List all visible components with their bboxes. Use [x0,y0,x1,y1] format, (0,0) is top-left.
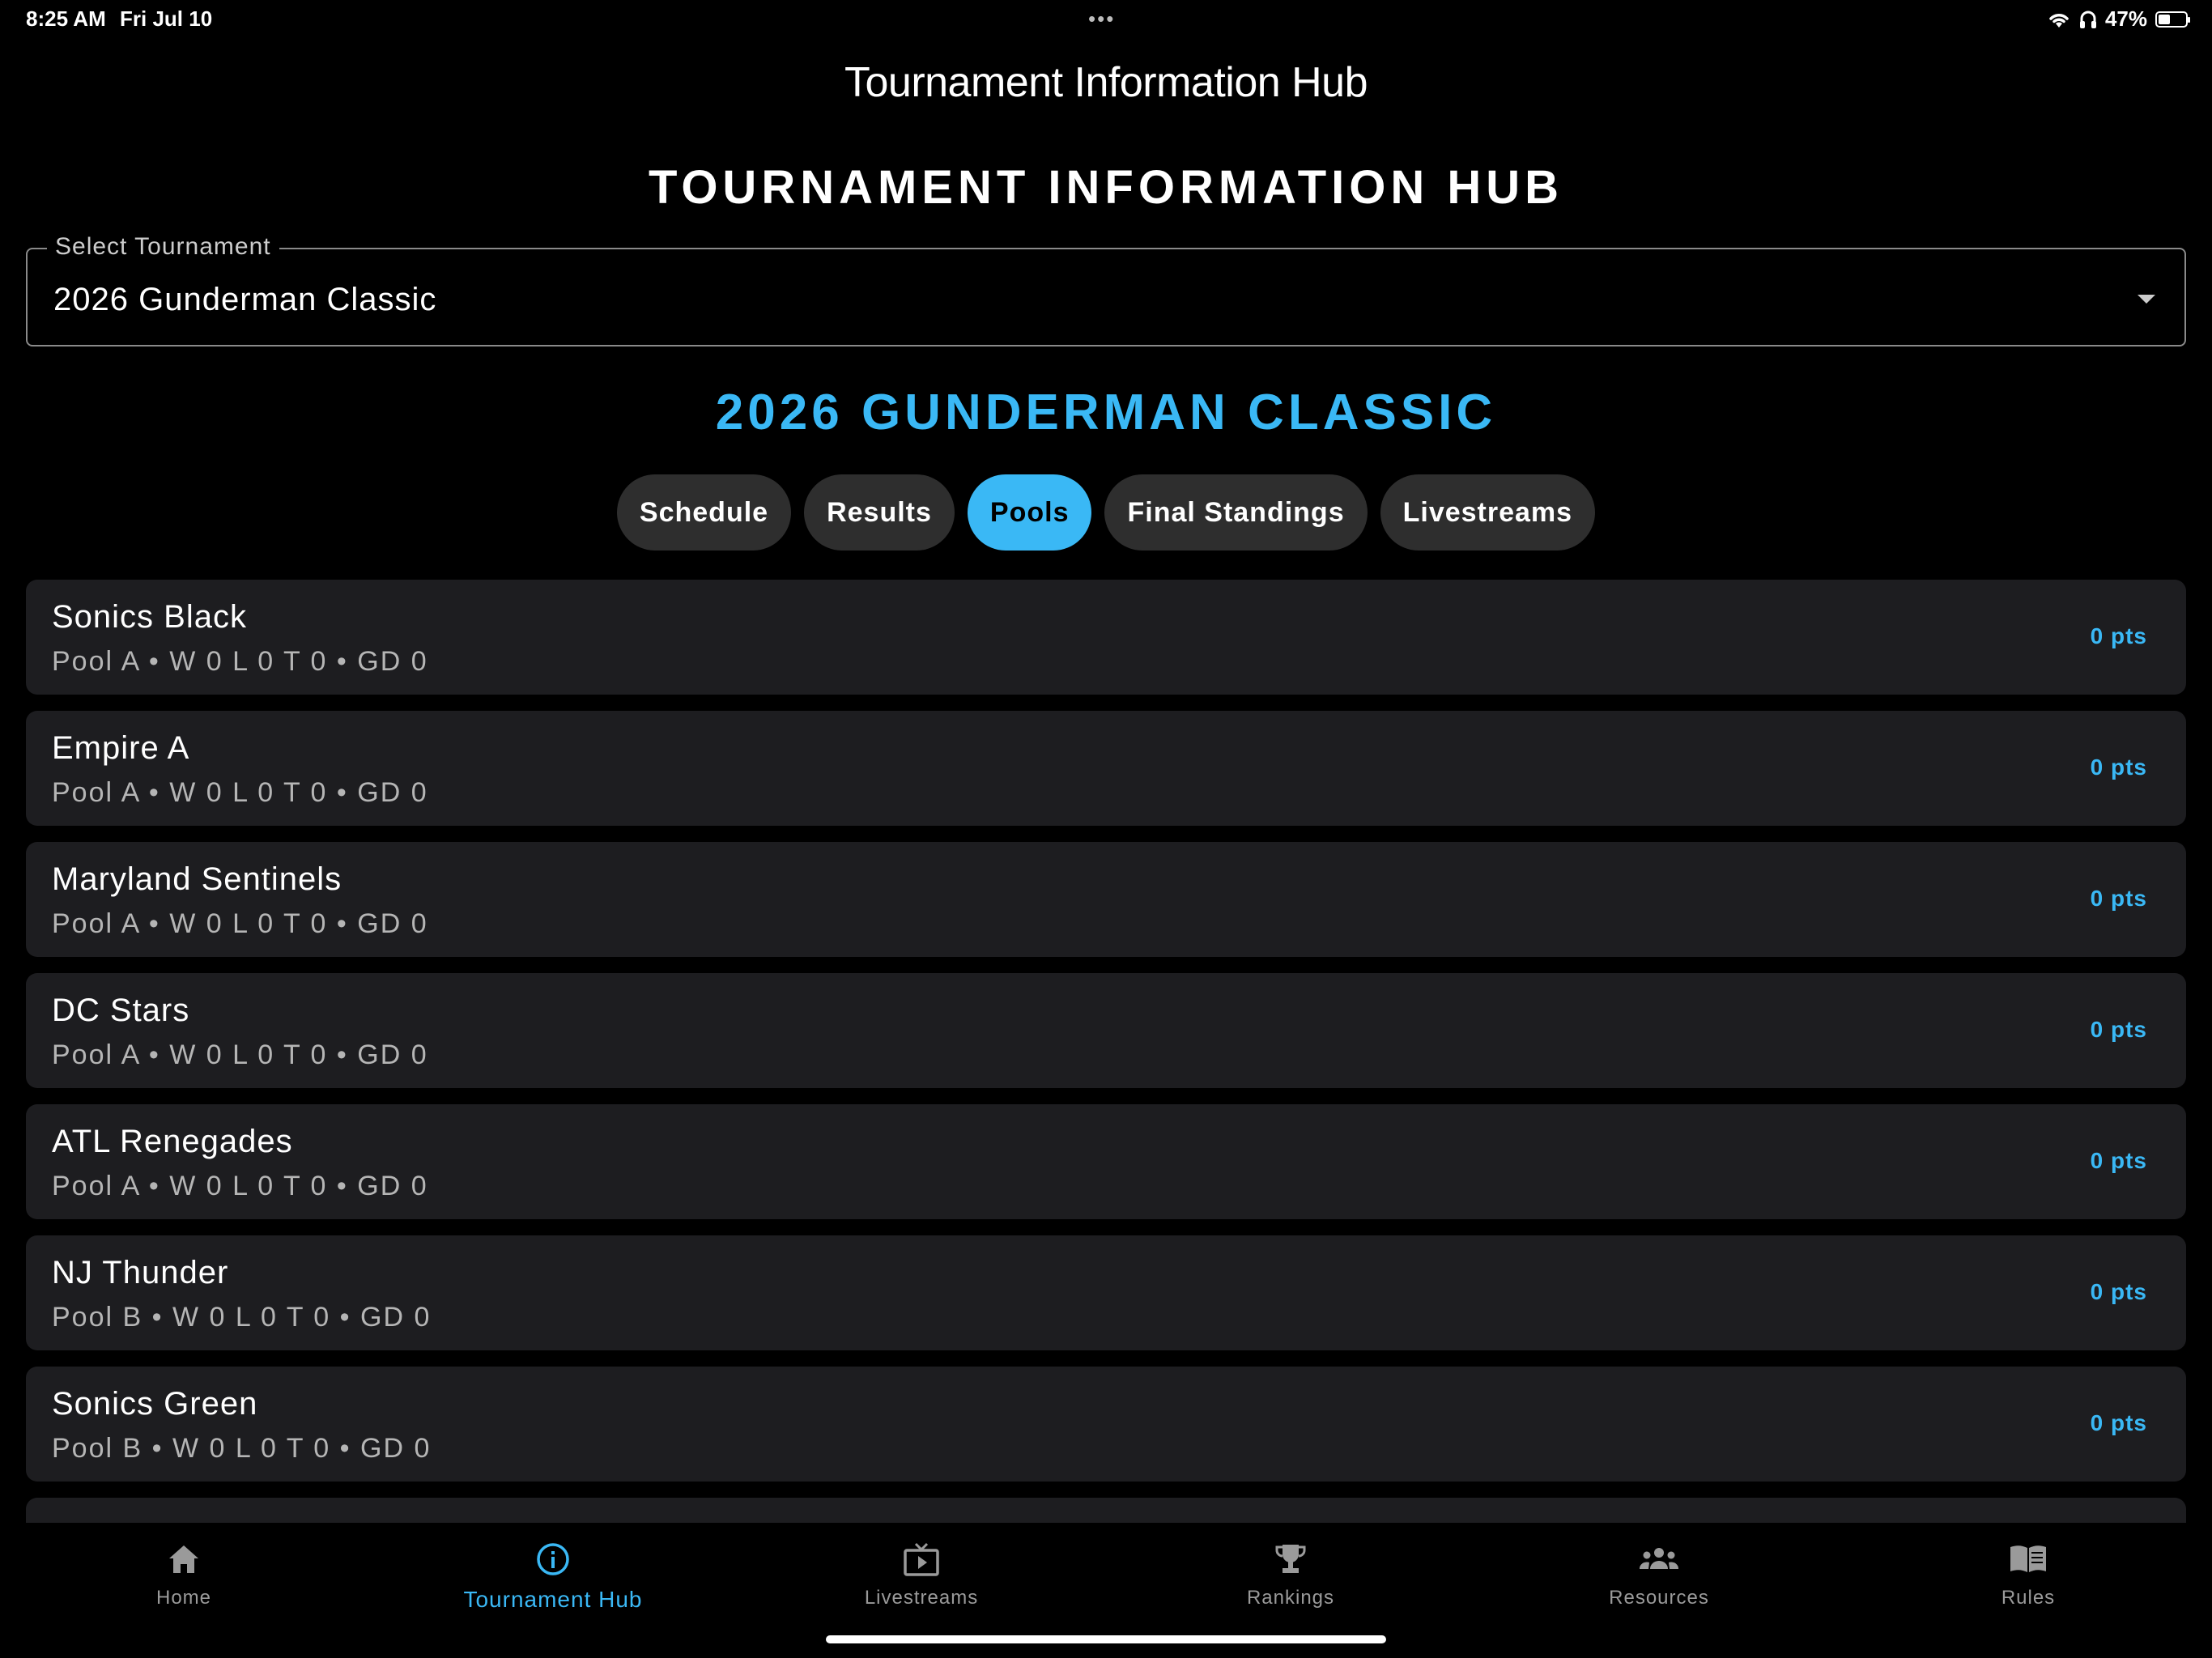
team-name: Empire A [52,730,190,766]
tab-schedule[interactable]: Schedule [616,474,792,551]
team-points: 0 pts [2090,623,2147,648]
team-name: DC Stars [52,993,190,1028]
team-row[interactable]: Maryland Sentinels Pool A • W 0 L 0 T 0 … [26,842,2186,957]
status-time: 8:25 AM [26,6,106,31]
team-row[interactable]: Sonics Black Pool A • W 0 L 0 T 0 • GD 0… [26,580,2186,695]
home-icon [169,1545,198,1573]
tabbar-resources[interactable]: Resources [1538,1537,1780,1609]
pool-standings-list[interactable]: Sonics Black Pool A • W 0 L 0 T 0 • GD 0… [26,580,2186,1523]
team-name: Sonics Black [52,599,247,635]
team-points: 0 pts [2090,1279,2147,1304]
info-icon [537,1543,569,1575]
team-row-partial[interactable] [26,1498,2186,1523]
tabbar-label: Livestreams [864,1587,979,1609]
book-icon [2010,1545,2046,1572]
tab-final-standings[interactable]: Final Standings [1104,474,1368,551]
event-title: 2026 GUNDERMAN CLASSIC [715,385,1497,440]
battery-icon [2155,11,2190,28]
dropdown-caret-icon[interactable] [2138,295,2155,304]
status-indicators: 47% [2047,6,2190,32]
team-record: Pool A • W 0 L 0 T 0 • GD 0 [52,646,428,677]
tabbar-home[interactable]: Home [62,1537,305,1609]
team-record: Pool A • W 0 L 0 T 0 • GD 0 [52,777,428,808]
home-indicator[interactable] [826,1635,1386,1643]
tabbar-label: Tournament Hub [463,1587,643,1612]
team-row[interactable]: ATL Renegades Pool A • W 0 L 0 T 0 • GD … [26,1104,2186,1219]
team-record: Pool A • W 0 L 0 T 0 • GD 0 [52,908,428,939]
team-record: Pool A • W 0 L 0 T 0 • GD 0 [52,1039,428,1070]
team-points: 0 pts [2090,1017,2147,1042]
team-name: Sonics Green [52,1386,258,1422]
tabbar-label: Resources [1609,1587,1709,1609]
team-record: Pool B • W 0 L 0 T 0 • GD 0 [52,1433,432,1464]
tabbar-rules[interactable]: Rules [1907,1537,2150,1609]
team-points: 0 pts [2090,886,2147,911]
multitasking-dots[interactable]: ••• [1088,6,1115,32]
tournament-select-value[interactable]: 2026 Gunderman Classic [53,282,436,318]
team-row[interactable]: Empire A Pool A • W 0 L 0 T 0 • GD 0 0 p… [26,711,2186,826]
team-record: Pool A • W 0 L 0 T 0 • GD 0 [52,1171,428,1201]
tabbar-tournament-hub[interactable]: Tournament Hub [432,1537,674,1613]
page-heading: TOURNAMENT INFORMATION HUB [648,161,1564,214]
wifi-icon [2049,13,2069,28]
status-bar: 8:25 AM Fri Jul 10 ••• 47% [0,0,2212,39]
team-row[interactable]: NJ Thunder Pool B • W 0 L 0 T 0 • GD 0 0… [26,1235,2186,1350]
tab-livestreams[interactable]: Livestreams [1380,474,1596,551]
team-name: ATL Renegades [52,1124,293,1159]
section-tabs: Schedule Results Pools Final Standings L… [0,474,2212,551]
tabbar-livestreams[interactable]: Livestreams [800,1537,1043,1609]
tournament-select-label: Select Tournament [47,233,279,261]
tournament-select[interactable]: Select Tournament 2026 Gunderman Classic [26,233,2186,346]
headphones-icon [2079,11,2096,28]
battery-percent: 47% [2104,6,2147,31]
team-row[interactable]: Sonics Green Pool B • W 0 L 0 T 0 • GD 0… [26,1367,2186,1482]
nav-title: Tournament Information Hub [844,59,1368,106]
trophy-icon [1275,1545,1306,1573]
tab-pools[interactable]: Pools [967,474,1092,551]
tabbar-label: Home [155,1587,212,1609]
team-points: 0 pts [2090,1410,2147,1435]
team-name: NJ Thunder [52,1255,229,1290]
status-date: Fri Jul 10 [120,6,213,31]
tv-icon [904,1542,939,1576]
team-points: 0 pts [2090,755,2147,780]
people-icon [1639,1548,1679,1569]
tabbar-rankings[interactable]: Rankings [1169,1537,1412,1609]
team-row[interactable]: DC Stars Pool A • W 0 L 0 T 0 • GD 0 0 p… [26,973,2186,1088]
tabbar-label: Rules [2001,1587,2056,1609]
team-name: Maryland Sentinels [52,861,342,897]
team-points: 0 pts [2090,1148,2147,1173]
tab-results[interactable]: Results [804,474,955,551]
tabbar-label: Rankings [1246,1587,1335,1609]
team-record: Pool B • W 0 L 0 T 0 • GD 0 [52,1302,432,1333]
